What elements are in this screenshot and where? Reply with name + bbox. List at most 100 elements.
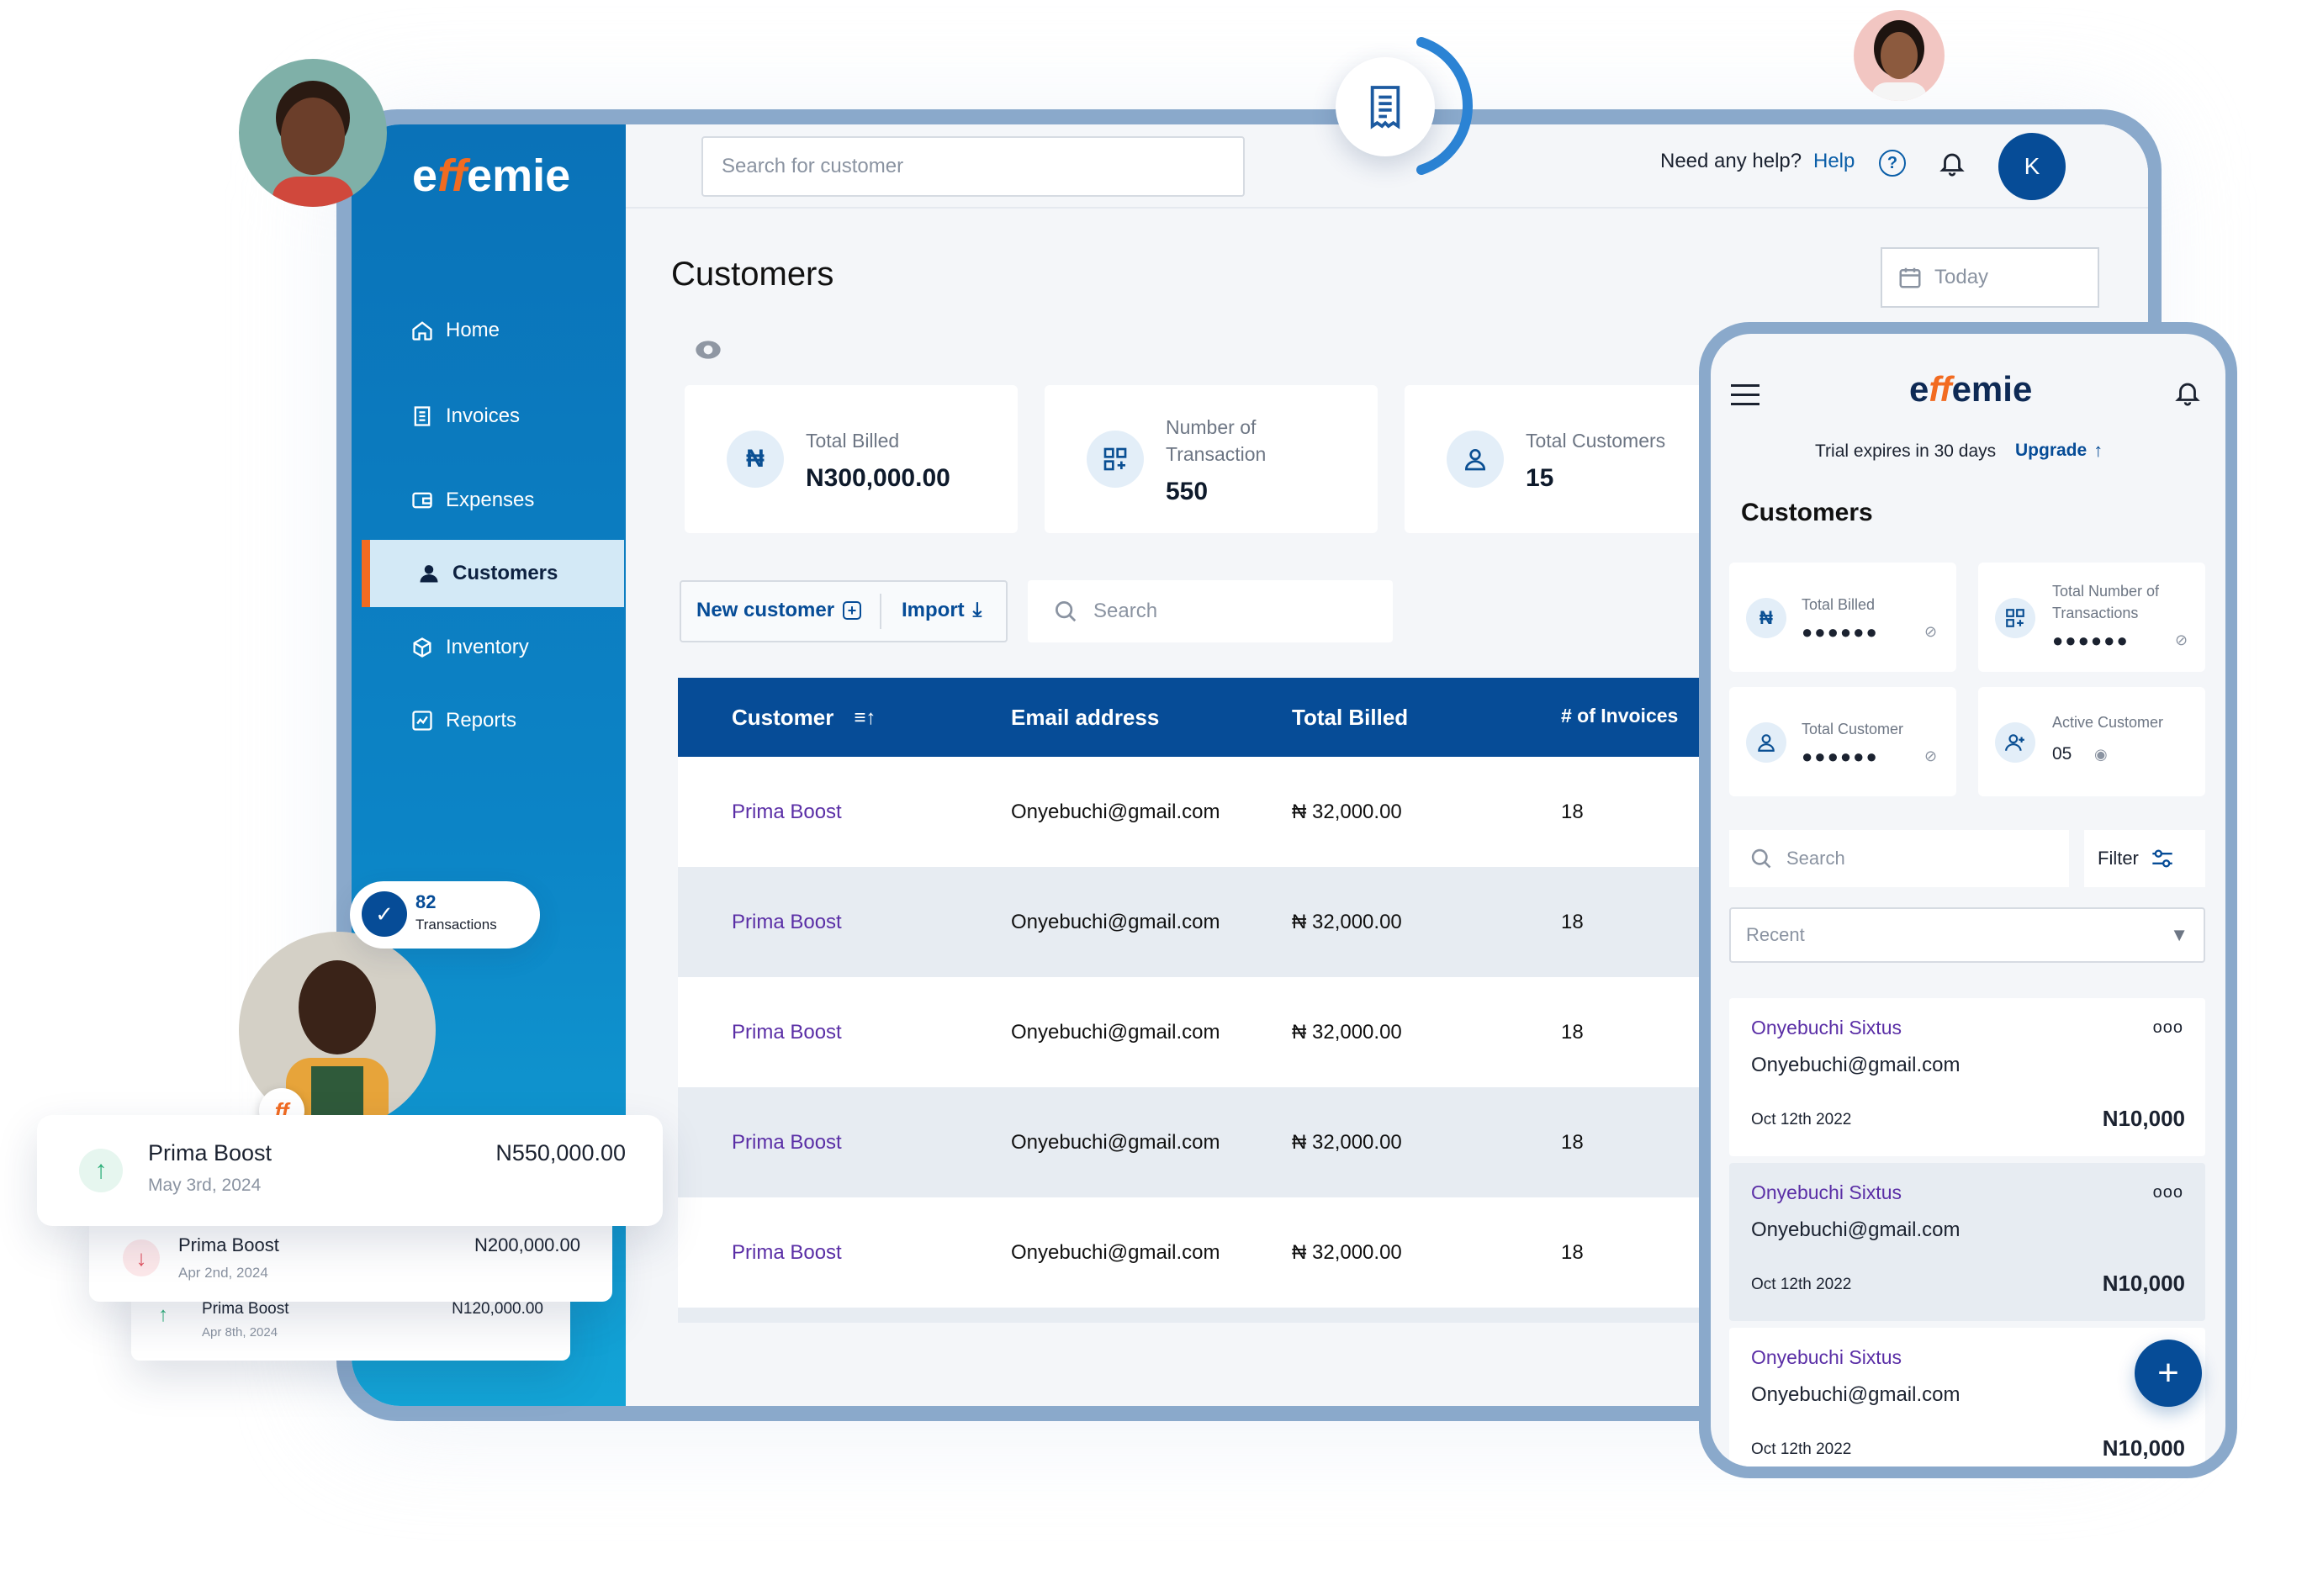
list-item-name[interactable]: Onyebuchi Sixtus [1751, 1346, 1902, 1369]
chart-icon [412, 711, 432, 731]
sidebar-item-label: Customers [452, 562, 558, 584]
user-avatar[interactable]: K [1998, 133, 2066, 200]
stat-label: Total Number of [2052, 583, 2160, 600]
list-item-email: Onyebuchi@gmail.com [1751, 1218, 1961, 1241]
new-customer-button[interactable]: New customer + [696, 599, 862, 622]
transactions-badge: ✓ 82 Transactions [350, 881, 540, 949]
mobile-list-item[interactable]: Onyebuchi Sixtus Onyebuchi@gmail.com Oct 1… [1729, 998, 2205, 1156]
eye-off-icon[interactable]: ⊘ [1924, 623, 1937, 641]
sort-icon: ≡↑ [854, 706, 876, 729]
sidebar-item-label: Expenses [446, 489, 535, 511]
column-customer[interactable]: Customer ≡↑ [732, 705, 876, 731]
list-item-name[interactable]: Onyebuchi Sixtus [1751, 1017, 1902, 1039]
customer-total-billed: ₦ 32,000.00 [1292, 1241, 1402, 1264]
transaction-date: Apr 2nd, 2024 [178, 1265, 268, 1281]
calendar-icon [1899, 267, 1921, 288]
table-row[interactable]: Prima Boost Onyebuchi@gmail.com ₦ 32,000.0… [678, 1087, 1771, 1197]
filter-button[interactable]: Filter [2084, 830, 2205, 887]
more-options-icon[interactable]: ooo [2153, 1018, 2183, 1038]
stat-label: Number of [1166, 416, 1257, 438]
sidebar-item-customers[interactable]: Customers [362, 540, 624, 607]
table-search-input[interactable]: Search [1028, 580, 1393, 642]
trial-text: Trial expires in 30 days [1815, 441, 1997, 461]
sidebar-item-reports[interactable]: Reports [410, 700, 516, 742]
transaction-amount: N550,000.00 [495, 1140, 626, 1165]
stat-value-hidden: ●●●●●● [1802, 746, 1879, 767]
transaction-date: May 3rd, 2024 [148, 1176, 262, 1195]
sort-select[interactable]: Recent ▼ [1729, 907, 2205, 963]
customer-name-link[interactable]: Prima Boost [732, 1021, 842, 1044]
new-customer-label: New customer [696, 599, 835, 621]
naira-icon: ₦ [727, 431, 784, 488]
mobile-stat-transactions: Total Number of Transactions ●●●●●● ⊘ [1978, 563, 2205, 672]
customer-name-link[interactable]: Prima Boost [732, 911, 842, 934]
receipt-progress-ring [1329, 35, 1479, 178]
bell-icon[interactable] [1938, 148, 1966, 178]
person-icon [420, 565, 438, 583]
eye-off-icon[interactable]: ⊘ [2175, 632, 2188, 649]
date-filter[interactable]: Today [1881, 247, 2099, 308]
more-options-icon[interactable]: ooo [2153, 1183, 2183, 1202]
sort-select-value: Recent [1746, 924, 1805, 945]
customer-name-link[interactable]: Prima Boost [732, 801, 842, 824]
help-icon[interactable]: ? [1879, 150, 1906, 177]
upgrade-link[interactable]: Upgrade ↑ [2015, 440, 2103, 462]
search-placeholder: Search [1786, 848, 1845, 869]
caret-down-icon: ▼ [2170, 924, 2188, 945]
person-add-icon [1995, 722, 2035, 763]
stat-label: Total Customer [1802, 721, 1904, 737]
mobile-stat-total-billed: ₦ Total Billed ●●●●●● ⊘ [1729, 563, 1956, 672]
column-email[interactable]: Email address [1011, 705, 1159, 731]
wallet-icon [412, 492, 432, 509]
help-link[interactable]: Help [1813, 150, 1855, 173]
import-button[interactable]: Import ⤓ [902, 599, 982, 622]
sidebar-item-invoices[interactable]: Invoices [410, 395, 520, 437]
mobile-page-title: Customers [1741, 499, 1873, 526]
table-row[interactable]: Prima Boost Onyebuchi@gmail.com ₦ 32,000.0… [678, 977, 1771, 1087]
table-header: Customer ≡↑ Email address Total Billed #… [678, 678, 1771, 757]
arrow-up-icon: ↑ [79, 1149, 123, 1192]
customer-name-link[interactable]: Prima Boost [732, 1131, 842, 1155]
customer-total-billed: ₦ 32,000.00 [1292, 1021, 1402, 1044]
customer-email: Onyebuchi@gmail.com [1011, 1131, 1220, 1154]
customer-name-link[interactable]: Prima Boost [732, 1241, 842, 1265]
table-row[interactable]: Prima Boost Onyebuchi@gmail.com ₦ 32,000.0… [678, 1197, 1771, 1308]
list-item-email: Onyebuchi@gmail.com [1751, 1054, 1961, 1076]
mobile-list-item[interactable]: Onyebuchi Sixtus Onyebuchi@gmail.com Oct 1… [1729, 1328, 2205, 1467]
add-customer-fab[interactable]: + [2135, 1340, 2202, 1407]
date-filter-label: Today [1934, 266, 1989, 288]
eye-icon[interactable] [695, 340, 722, 360]
sidebar-item-inventory[interactable]: Inventory [410, 626, 529, 669]
sidebar-item-expenses[interactable]: Expenses [410, 479, 534, 521]
eye-icon[interactable]: ◉ [2094, 746, 2108, 764]
search-icon [1056, 601, 1077, 622]
customer-total-billed: ₦ 32,000.00 [1292, 801, 1402, 823]
stat-value-hidden: ●●●●●● [1802, 621, 1879, 642]
stat-label: Total Billed [1802, 596, 1876, 613]
hamburger-menu-icon[interactable] [1731, 384, 1759, 406]
transaction-name: Prima Boost [202, 1300, 289, 1318]
list-item-name[interactable]: Onyebuchi Sixtus [1751, 1181, 1902, 1204]
customer-email: Onyebuchi@gmail.com [1011, 1241, 1220, 1264]
table-body: Prima Boost Onyebuchi@gmail.com ₦ 32,000.0… [678, 757, 1771, 1323]
avatar-man-1 [239, 59, 387, 207]
stat-value: N300,000.00 [806, 464, 950, 492]
stat-card-transactions: Number of Transaction 550 [1045, 385, 1378, 533]
naira-icon: ₦ [1746, 598, 1786, 638]
transaction-name: Prima Boost [178, 1234, 279, 1255]
download-icon: ⤓ [972, 599, 982, 621]
column-total-billed[interactable]: Total Billed [1292, 705, 1408, 731]
customer-search-input[interactable]: Search for customer [701, 136, 1245, 197]
list-item-amount: N10,000 [2102, 1271, 2185, 1296]
transaction-card: ↓ Prima Boost Apr 2nd, 2024 N200,000.00 [89, 1214, 612, 1302]
mobile-list-item[interactable]: Onyebuchi Sixtus Onyebuchi@gmail.com Oct 1… [1729, 1163, 2205, 1321]
mobile-bell-icon[interactable] [2173, 378, 2202, 408]
eye-off-icon[interactable]: ⊘ [1924, 748, 1937, 765]
column-invoices[interactable]: # of Invoices [1561, 705, 1678, 727]
table-row[interactable]: Prima Boost Onyebuchi@gmail.com ₦ 32,000.0… [678, 757, 1771, 867]
mobile-search-input[interactable]: Search [1729, 830, 2069, 887]
sidebar-item-label: Invoices [446, 404, 521, 427]
sidebar-item-home[interactable]: Home [410, 309, 500, 351]
receipt-icon [1336, 57, 1435, 156]
table-row[interactable]: Prima Boost Onyebuchi@gmail.com ₦ 32,000.0… [678, 867, 1771, 977]
